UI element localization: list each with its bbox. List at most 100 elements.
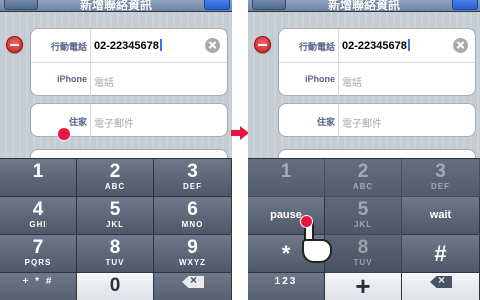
delete-icon[interactable] bbox=[6, 36, 23, 53]
wait-key-label: wait bbox=[429, 209, 452, 221]
key-digit: 2 bbox=[109, 161, 121, 182]
wait-key[interactable]: wait bbox=[402, 197, 480, 235]
divider bbox=[338, 63, 339, 96]
key-2[interactable]: 2 ABC bbox=[325, 159, 402, 197]
mobile-value: 02-22345678 bbox=[94, 40, 159, 52]
key-letters: ABC bbox=[352, 182, 374, 191]
delete-icon[interactable] bbox=[254, 36, 271, 53]
mobile-phone-field[interactable]: 02-22345678 bbox=[94, 39, 162, 52]
nav-done-button[interactable] bbox=[204, 0, 230, 10]
hand-pointer-icon bbox=[298, 215, 334, 267]
key-letters: WXYZ bbox=[178, 258, 207, 267]
home-label: 住家 bbox=[68, 117, 87, 127]
tap-indicator-dot bbox=[58, 128, 70, 140]
email-field[interactable]: 電子郵件 bbox=[94, 115, 134, 130]
divider bbox=[338, 104, 339, 138]
key-digit: 8 bbox=[109, 237, 121, 258]
mobile-phone-row[interactable]: 行動電話 02-22345678 bbox=[279, 29, 475, 63]
divider bbox=[90, 63, 91, 96]
key-digit: 5 bbox=[109, 199, 121, 220]
email-group: 住家 電子郵件 bbox=[278, 103, 476, 138]
key-digit: 0 bbox=[109, 275, 121, 296]
clear-icon[interactable] bbox=[453, 38, 468, 53]
key-0[interactable]: 0 bbox=[77, 273, 154, 300]
backspace-icon bbox=[430, 276, 452, 288]
key-4[interactable]: 4 GHI bbox=[0, 197, 77, 235]
navigation-bar: 新增聯絡資訊 bbox=[0, 0, 232, 12]
arrow-right-icon bbox=[231, 124, 249, 142]
hash-key[interactable]: # bbox=[402, 235, 480, 273]
key-letters: DEF bbox=[431, 182, 450, 191]
navigation-bar: 新增聯絡資訊 bbox=[248, 0, 480, 12]
plus-key-label: + bbox=[355, 271, 371, 300]
key-digit: 1 bbox=[32, 161, 44, 182]
key-letters: TUV bbox=[353, 258, 373, 267]
key-letters: ABC bbox=[104, 182, 126, 191]
key-7[interactable]: 7 PQRS bbox=[0, 235, 77, 273]
key-digit: 5 bbox=[357, 199, 369, 220]
divider bbox=[90, 104, 91, 138]
mobile-label: 行動電話 bbox=[50, 42, 87, 52]
key-letters: TUV bbox=[105, 258, 125, 267]
key-letters: MNO bbox=[181, 220, 204, 229]
divider bbox=[90, 29, 91, 62]
mobile-value: 02-22345678 bbox=[342, 40, 407, 52]
key-6[interactable]: 6 MNO bbox=[154, 197, 232, 235]
phone-group: 行動電話 02-22345678 iPhone 電話 bbox=[278, 28, 476, 96]
key-2[interactable]: 2 ABC bbox=[77, 159, 154, 197]
key-3[interactable]: 3 DEF bbox=[154, 159, 232, 197]
key-letters: DEF bbox=[183, 182, 202, 191]
email-field[interactable]: 電子郵件 bbox=[342, 115, 382, 130]
nav-title: 新增聯絡資訊 bbox=[327, 0, 400, 12]
key-digit: 1 bbox=[280, 161, 292, 182]
home-label: 住家 bbox=[316, 117, 335, 127]
key-digit: 4 bbox=[32, 199, 44, 220]
backspace-key[interactable] bbox=[154, 273, 232, 300]
key-digit: 2 bbox=[357, 161, 369, 182]
iphone-row[interactable]: iPhone 電話 bbox=[279, 63, 475, 96]
key-digit: 6 bbox=[187, 199, 198, 220]
mobile-phone-field[interactable]: 02-22345678 bbox=[342, 39, 410, 52]
iphone-phone-field[interactable]: 電話 bbox=[342, 74, 362, 89]
text-caret bbox=[407, 39, 410, 51]
key-letters: GHI bbox=[29, 220, 47, 229]
iphone-row[interactable]: iPhone 電話 bbox=[31, 63, 227, 96]
key-letters: PQRS bbox=[24, 258, 52, 267]
iphone-phone-field[interactable]: 電話 bbox=[94, 74, 114, 89]
key-5[interactable]: 5 JKL bbox=[325, 197, 402, 235]
phone-keypad: 1 2 ABC 3 DEF 4 GHI 5 JKL 6 MNO 7 PQRS 8 TUV 9W… bbox=[0, 158, 232, 300]
mobile-label: 行動電話 bbox=[298, 42, 335, 52]
phone-keypad-symbols: 1 2 ABC 3 DEF pause 5 JKL wait * 8 TUV # 123… bbox=[248, 158, 480, 300]
nav-done-button[interactable] bbox=[452, 0, 478, 10]
key-digit: 7 bbox=[32, 237, 44, 258]
key-digit: 8 bbox=[357, 237, 369, 258]
phone-group: 行動電話 02-22345678 iPhone 電話 bbox=[30, 28, 228, 96]
phone-screen-after: 新增聯絡資訊 行動電話 02-22345678 iPhone 電話 住家 電子郵… bbox=[248, 0, 480, 300]
key-digit: 3 bbox=[187, 161, 198, 182]
numbers-key[interactable]: 123 bbox=[248, 273, 325, 300]
key-8[interactable]: 8 TUV bbox=[77, 235, 154, 273]
iphone-label: iPhone bbox=[56, 74, 87, 84]
clear-icon[interactable] bbox=[205, 38, 220, 53]
symbols-key-label: + * # bbox=[22, 276, 54, 287]
hand-palm bbox=[302, 239, 332, 263]
mobile-phone-row[interactable]: 行動電話 02-22345678 bbox=[31, 29, 227, 63]
numbers-key-label: 123 bbox=[274, 276, 298, 287]
home-email-row[interactable]: 住家 電子郵件 bbox=[279, 104, 475, 138]
plus-key[interactable]: + bbox=[325, 273, 402, 300]
key-1[interactable]: 1 bbox=[0, 159, 77, 197]
symbols-key[interactable]: + * # bbox=[0, 273, 77, 300]
divider bbox=[338, 29, 339, 62]
backspace-key[interactable] bbox=[402, 273, 480, 300]
backspace-icon bbox=[182, 276, 204, 288]
key-9[interactable]: 9 WXYZ bbox=[154, 235, 232, 273]
key-1[interactable]: 1 bbox=[248, 159, 325, 197]
key-5[interactable]: 5 JKL bbox=[77, 197, 154, 235]
key-letters: JKL bbox=[353, 220, 373, 229]
key-digit: 3 bbox=[435, 161, 446, 182]
text-caret bbox=[159, 39, 162, 51]
key-8[interactable]: 8 TUV bbox=[325, 235, 402, 273]
phone-screen-before: 新增聯絡資訊 行動電話 02-22345678 iPhone 電話 住家 電子郵… bbox=[0, 0, 232, 300]
key-3[interactable]: 3 DEF bbox=[402, 159, 480, 197]
tap-indicator-dot bbox=[300, 215, 313, 228]
